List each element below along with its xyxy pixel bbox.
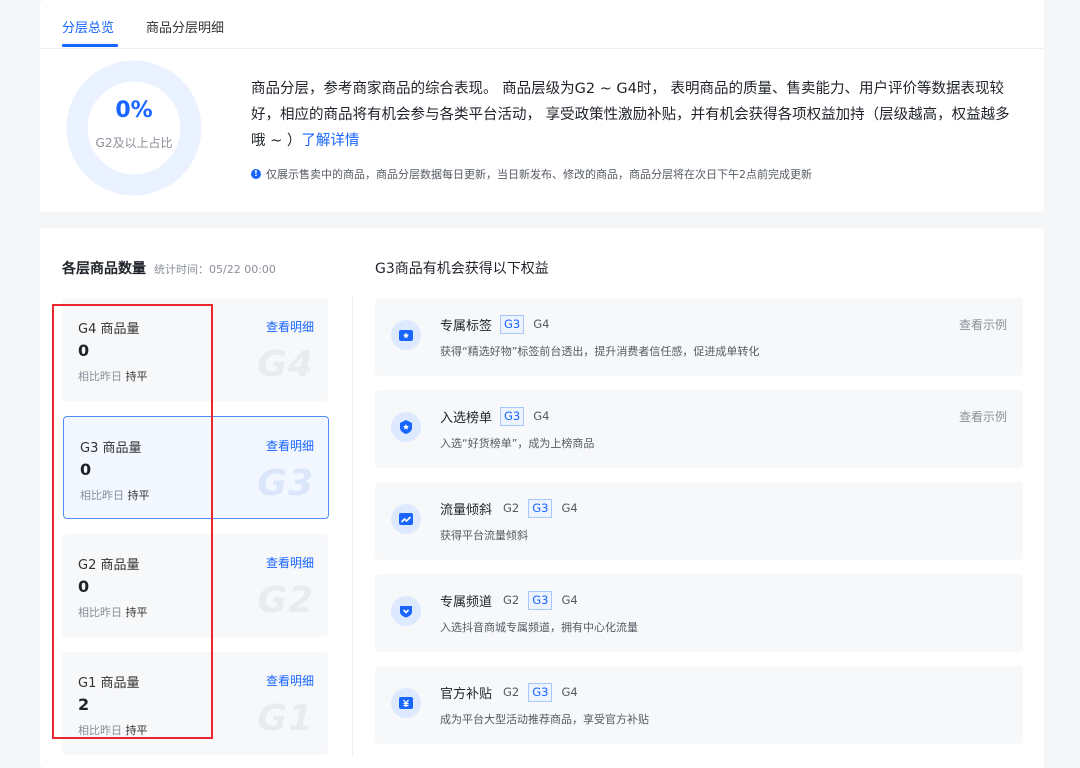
tier-compare: 相比昨日 持平 bbox=[80, 489, 150, 502]
benefit-card-traffic: 流量倾斜 G2 G3 G4 获得平台流量倾斜 bbox=[375, 482, 1023, 560]
counts-title: 各层商品数量 bbox=[62, 261, 146, 277]
benefit-desc: 入选抖音商城专属频道，拥有中心化流量 bbox=[440, 621, 638, 634]
tier-badge: G4 bbox=[561, 501, 578, 515]
tier-panel: 各层商品数量 统计时间：05/22 00:00 G3商品有机会获得以下权益 G4 … bbox=[40, 228, 1044, 768]
section-divider bbox=[352, 296, 353, 756]
subsidy-icon bbox=[391, 688, 421, 718]
tier-name: G1 商品量 bbox=[78, 676, 140, 691]
benefit-card-tag: 专属标签 G3 G4 获得“精选好物”标签前台透出，提升消费者信任感，促进成单转… bbox=[375, 298, 1023, 376]
tier-badge: G4 bbox=[561, 685, 578, 699]
tier-name: G3 商品量 bbox=[80, 441, 142, 456]
benefit-title: 专属频道 bbox=[440, 595, 493, 610]
tier-count: 0 bbox=[80, 460, 92, 479]
tier-badge: G4 bbox=[533, 409, 550, 423]
note-text: 仅展示售卖中的商品，商品分层数据每日更新，当日新发布、修改的商品，商品分层将在次… bbox=[266, 168, 812, 181]
view-example-link[interactable]: 查看示例 bbox=[959, 408, 1007, 425]
channel-icon bbox=[391, 596, 421, 626]
counts-title-row: 各层商品数量 统计时间：05/22 00:00 bbox=[62, 258, 276, 278]
tier-card-g3[interactable]: G3 商品量 查看明细 0 相比昨日 持平 G3 bbox=[63, 416, 329, 519]
tier-name: G2 商品量 bbox=[78, 558, 140, 573]
benefit-title-row: 专属频道 G2 G3 G4 bbox=[440, 591, 581, 610]
intro-paragraph: 商品分层，参考商家商品的综合表现。 商品层级为G2 ~ G4时， 表明商品的质量… bbox=[251, 76, 1021, 154]
tier-badge: G3 bbox=[528, 499, 553, 518]
tier-card-g4[interactable]: G4 商品量 查看明细 0 相比昨日 持平 G4 bbox=[62, 298, 328, 401]
learn-more-link[interactable]: 了解详情 bbox=[301, 133, 359, 149]
tier-watermark: G2 bbox=[257, 580, 314, 621]
benefit-title-row: 专属标签 G3 G4 bbox=[440, 315, 552, 334]
tier-badge: G3 bbox=[528, 683, 553, 702]
tier-compare: 相比昨日 持平 bbox=[78, 724, 148, 737]
tier-badge: G2 bbox=[503, 593, 520, 607]
view-detail-link[interactable]: 查看明细 bbox=[266, 672, 314, 689]
view-example-link[interactable]: 查看示例 bbox=[959, 316, 1007, 333]
intro-text: 商品分层，参考商家商品的综合表现。 商品层级为G2 ~ G4时， 表明商品的质量… bbox=[251, 81, 1010, 149]
tier-count: 0 bbox=[78, 577, 90, 596]
tier-watermark: G1 bbox=[257, 698, 314, 739]
benefit-title-row: 流量倾斜 G2 G3 G4 bbox=[440, 499, 581, 518]
tier-badge: G3 bbox=[500, 407, 525, 426]
benefit-desc: 获得平台流量倾斜 bbox=[440, 529, 528, 542]
benefit-title: 官方补贴 bbox=[440, 687, 493, 702]
tier-watermark: G3 bbox=[257, 463, 314, 504]
benefit-title: 专属标签 bbox=[440, 319, 493, 334]
tier-badge: G2 bbox=[503, 685, 520, 699]
benefit-title-row: 入选榜单 G3 G4 bbox=[440, 407, 552, 426]
update-note: ! 仅展示售卖中的商品，商品分层数据每日更新，当日新发布、修改的商品，商品分层将… bbox=[251, 166, 812, 182]
tier-watermark: G4 bbox=[257, 344, 314, 385]
tag-icon bbox=[391, 320, 421, 350]
benefit-desc: 获得“精选好物”标签前台透出，提升消费者信任感，促进成单转化 bbox=[440, 345, 760, 358]
benefit-title-row: 官方补贴 G2 G3 G4 bbox=[440, 683, 581, 702]
tier-badge: G3 bbox=[528, 591, 553, 610]
benefits-title: G3商品有机会获得以下权益 bbox=[375, 261, 549, 277]
tier-badge: G4 bbox=[533, 317, 550, 331]
benefit-card-channel: 专属频道 G2 G3 G4 入选抖音商城专属频道，拥有中心化流量 bbox=[375, 574, 1023, 652]
tier-badge: G4 bbox=[561, 593, 578, 607]
tier-count: 2 bbox=[78, 695, 90, 714]
trend-icon bbox=[391, 504, 421, 534]
stat-time: 统计时间：05/22 00:00 bbox=[154, 263, 276, 276]
tier-badge: G3 bbox=[500, 315, 525, 334]
view-detail-link[interactable]: 查看明细 bbox=[266, 554, 314, 571]
tier-compare: 相比昨日 持平 bbox=[78, 370, 148, 383]
view-detail-link[interactable]: 查看明细 bbox=[266, 318, 314, 335]
overview-panel: 分层总览 商品分层明细 0% G2及以上占比 商品分层，参考商家商品的综合表现。… bbox=[40, 0, 1044, 212]
benefit-desc: 成为平台大型活动推荐商品，享受官方补贴 bbox=[440, 713, 649, 726]
benefit-card-subsidy: 官方补贴 G2 G3 G4 成为平台大型活动推荐商品，享受官方补贴 bbox=[375, 666, 1023, 744]
benefit-card-ranking: 入选榜单 G3 G4 入选“好货榜单”，成为上榜商品 查看示例 bbox=[375, 390, 1023, 468]
benefit-title: 入选榜单 bbox=[440, 411, 493, 426]
benefit-title: 流量倾斜 bbox=[440, 503, 493, 518]
tab-overview[interactable]: 分层总览 bbox=[62, 17, 114, 36]
tier-card-g1[interactable]: G1 商品量 查看明细 2 相比昨日 持平 G1 bbox=[62, 652, 328, 755]
tier-badge: G2 bbox=[503, 501, 520, 515]
info-icon: ! bbox=[251, 169, 261, 179]
ratio-caption: G2及以上占比 bbox=[95, 136, 173, 150]
active-tab-indicator bbox=[62, 44, 118, 47]
tab-detail[interactable]: 商品分层明细 bbox=[146, 17, 224, 36]
ratio-ring-chart bbox=[66, 60, 202, 196]
tier-compare: 相比昨日 持平 bbox=[78, 606, 148, 619]
tab-bar: 分层总览 商品分层明细 bbox=[40, 0, 1044, 49]
ratio-value: 0% bbox=[115, 98, 153, 123]
view-detail-link[interactable]: 查看明细 bbox=[266, 437, 314, 454]
ranking-icon bbox=[391, 412, 421, 442]
tier-count: 0 bbox=[78, 341, 90, 360]
tier-name: G4 商品量 bbox=[78, 322, 140, 337]
benefit-desc: 入选“好货榜单”，成为上榜商品 bbox=[440, 437, 595, 450]
tier-card-g2[interactable]: G2 商品量 查看明细 0 相比昨日 持平 G2 bbox=[62, 534, 328, 637]
